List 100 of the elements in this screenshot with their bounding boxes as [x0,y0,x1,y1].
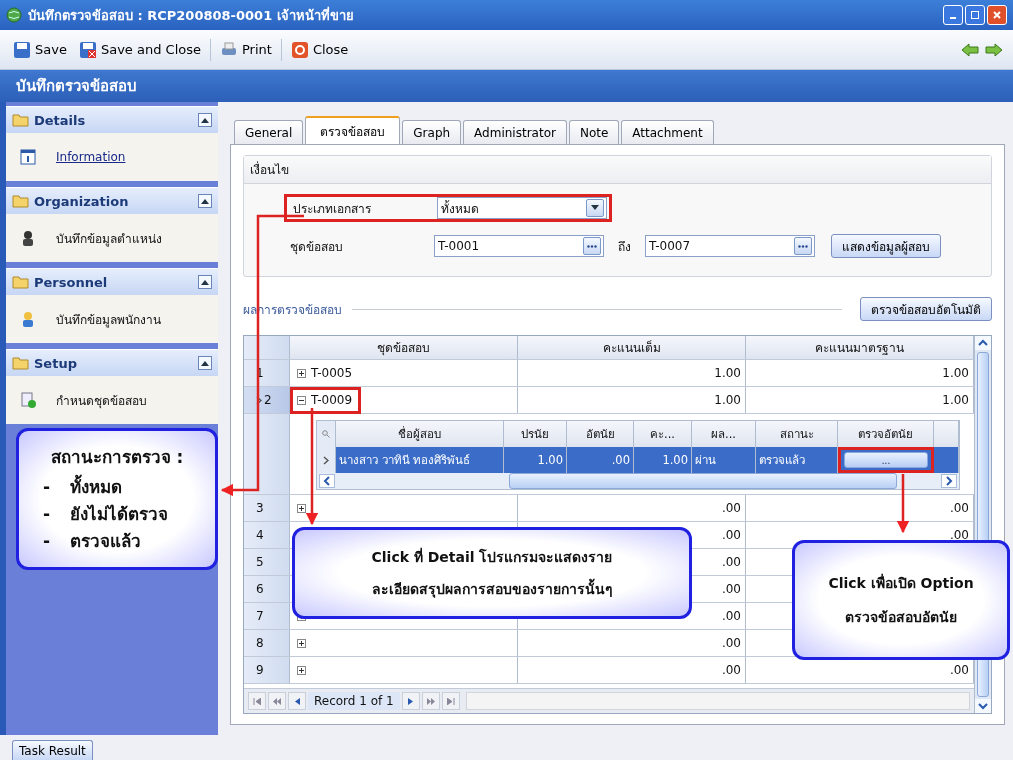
collapse-button[interactable] [198,356,212,370]
page-title: บันทึกตรวจข้อสอบ [16,76,137,97]
last-record-button[interactable] [441,692,460,710]
toolbar-button[interactable]: Close [287,38,352,61]
row-number: 9 [244,657,290,683]
caret-icon [201,279,209,285]
row-number: 6 [244,576,290,602]
previous-record-button[interactable] [288,692,306,710]
information-link[interactable]: Information [56,150,126,164]
globe-icon [6,7,22,23]
test-set-cell: T-0005 [311,366,353,380]
horizontal-scrollbar[interactable] [317,473,959,489]
last-icon [446,697,455,705]
horizontal-scrollbar[interactable] [465,692,970,710]
expand-icon[interactable] [297,665,306,675]
previous-page-button[interactable] [268,692,286,710]
scroll-down-icon[interactable] [975,699,991,713]
row-number: 3 [244,495,290,521]
fast-forward-icon [426,697,435,705]
folder-icon [12,356,30,370]
scroll-up-icon[interactable] [975,336,991,350]
subjective-check-button[interactable]: ... [844,452,928,468]
document-type-dropdown[interactable]: ทั้งหมด [437,197,607,219]
caret-icon [591,205,599,211]
sidebar-item[interactable]: กำหนดชุดข้อสอบ [56,390,147,410]
tab[interactable]: Attachment [621,120,714,144]
folder-icon [12,275,30,289]
expand-icon[interactable] [297,503,306,513]
folder-icon [12,194,30,208]
from-field[interactable]: T-0001 [434,235,604,257]
table-cell: .00 [518,630,746,656]
field-label: ถึง [617,238,632,256]
caret-icon [201,360,209,366]
close-button[interactable] [987,5,1007,25]
table-cell: .00 [518,495,746,521]
field-label: ประเภทเอกสาร [292,200,372,218]
maximize-icon [971,11,979,19]
row-number: 4 [244,522,290,548]
tab[interactable]: General [234,120,304,144]
scroll-right-icon[interactable] [941,474,957,488]
sidebar-item[interactable]: บันทึกข้อมูลตำแหน่ง [56,228,162,248]
callout-text: ยังไม่ได้ตรวจ [70,502,169,526]
section-header[interactable]: Organization [6,187,218,214]
table-cell: 1.00 [518,360,746,386]
section-header[interactable]: Details [6,106,218,133]
collapse-button[interactable] [198,275,212,289]
to-field[interactable]: T-0007 [645,235,815,257]
callout-text: ตรวจข้อสอบอัตนัย [845,608,957,627]
power-icon [290,40,309,59]
collapse-button[interactable] [198,194,212,208]
forward-arrow-icon[interactable] [985,42,1003,57]
person-icon [20,311,36,327]
callout-text: Click เพื่อเปิด Option [828,572,974,593]
toolbar-button[interactable]: Save and Close [75,38,204,61]
close-icon [993,11,1001,19]
maximize-button[interactable] [965,5,985,25]
toolbar-button[interactable]: Print [216,38,275,61]
section-title: Setup [34,355,77,371]
back-arrow-icon[interactable] [961,42,979,57]
section-title: Personnel [34,274,108,290]
next-record-button[interactable] [401,692,420,710]
scroll-left-icon[interactable] [319,474,335,488]
section-title: Details [34,112,86,128]
next-page-button[interactable] [421,692,440,710]
show-examinees-button[interactable]: แสดงข้อมูลผู้สอบ [831,234,941,258]
callout-title: สถานะการตรวจ : [49,445,185,469]
previous-icon [294,697,300,705]
section-title: Organization [34,193,129,209]
column-header[interactable]: คะแนนเต็ม [518,336,746,359]
first-record-button[interactable] [248,692,266,710]
tab[interactable]: Note [568,120,620,144]
section-header[interactable]: Personnel [6,268,218,295]
corner-header-cell [244,336,290,359]
auto-check-button[interactable]: ตรวจข้อสอบอัตโนมัติ [860,297,992,321]
toolbar-button[interactable]: Save [10,38,70,61]
minimize-button[interactable] [943,5,963,25]
first-icon [253,697,261,705]
tab[interactable]: Graph [402,120,462,144]
row-indicator-icon [256,395,262,405]
column-header[interactable]: ชุดข้อสอบ [290,336,518,359]
collapse-button[interactable] [198,113,212,127]
tab[interactable]: ตรวจข้อสอบ [305,116,401,144]
row-number: 8 [244,630,290,656]
task-result-tab[interactable]: Task Result [12,740,93,760]
group-title: เงื่อนไข [244,156,991,184]
rewind-icon [273,697,281,705]
row-number: 2 [244,387,290,413]
tab[interactable]: Administrator [463,120,567,144]
expand-icon[interactable] [297,638,306,648]
column-header[interactable]: ตรวจอัตนัย [838,421,934,447]
sidebar-item[interactable]: บันทึกข้อมูลพนักงาน [56,309,161,329]
section-header[interactable]: Setup [6,349,218,376]
row-number: 7 [244,603,290,629]
next-icon [408,697,414,705]
expand-icon[interactable] [297,368,306,378]
search-icon[interactable] [322,430,330,438]
caret-icon [201,198,209,204]
collapse-icon[interactable] [297,395,306,405]
window-title: บันทึกตรวจข้อสอบ : RCP200808-0001 เจ้าหน้าที่ขาย [28,5,354,25]
document-add-icon [20,392,36,408]
